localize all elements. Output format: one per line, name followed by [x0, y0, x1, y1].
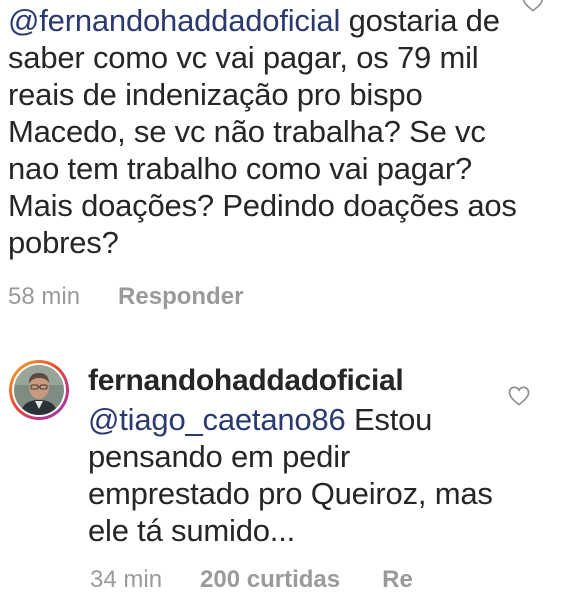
- comment-1-text: gostaria de saber como vc vai pagar, os …: [8, 3, 517, 260]
- avatar[interactable]: [9, 360, 69, 420]
- heart-outline-icon[interactable]: [508, 386, 530, 406]
- mention-link[interactable]: @fernandohaddadoficial: [8, 3, 340, 38]
- profile-avatar: [14, 365, 64, 415]
- comment-1: @fernandohaddadoficial gostaria de saber…: [8, 0, 528, 261]
- comment-2-body: @tiago_caetano86 Estou pensando em pedir…: [88, 401, 508, 549]
- reply-button[interactable]: Re: [382, 566, 413, 594]
- comment-2-meta: 34 min 200 curtidas Re: [90, 566, 413, 594]
- comment-2-username[interactable]: fernandohaddadoficial: [88, 363, 508, 399]
- comment-1-body: @fernandohaddadoficial gostaria de saber…: [8, 2, 528, 261]
- likes-count-button[interactable]: 200 curtidas: [200, 566, 340, 594]
- mention-link[interactable]: @tiago_caetano86: [88, 402, 346, 437]
- heart-outline-icon[interactable]: [522, 0, 544, 12]
- avatar-ring-gap: [12, 363, 66, 417]
- comment-1-meta: 58 min Responder: [8, 283, 243, 311]
- comment-2: fernandohaddadoficial @tiago_caetano86 E…: [88, 363, 508, 549]
- reply-button[interactable]: Responder: [118, 283, 243, 311]
- comment-1-time: 58 min: [8, 283, 81, 310]
- comment-2-time: 34 min: [90, 566, 163, 593]
- avatar-photo-icon: [14, 365, 64, 415]
